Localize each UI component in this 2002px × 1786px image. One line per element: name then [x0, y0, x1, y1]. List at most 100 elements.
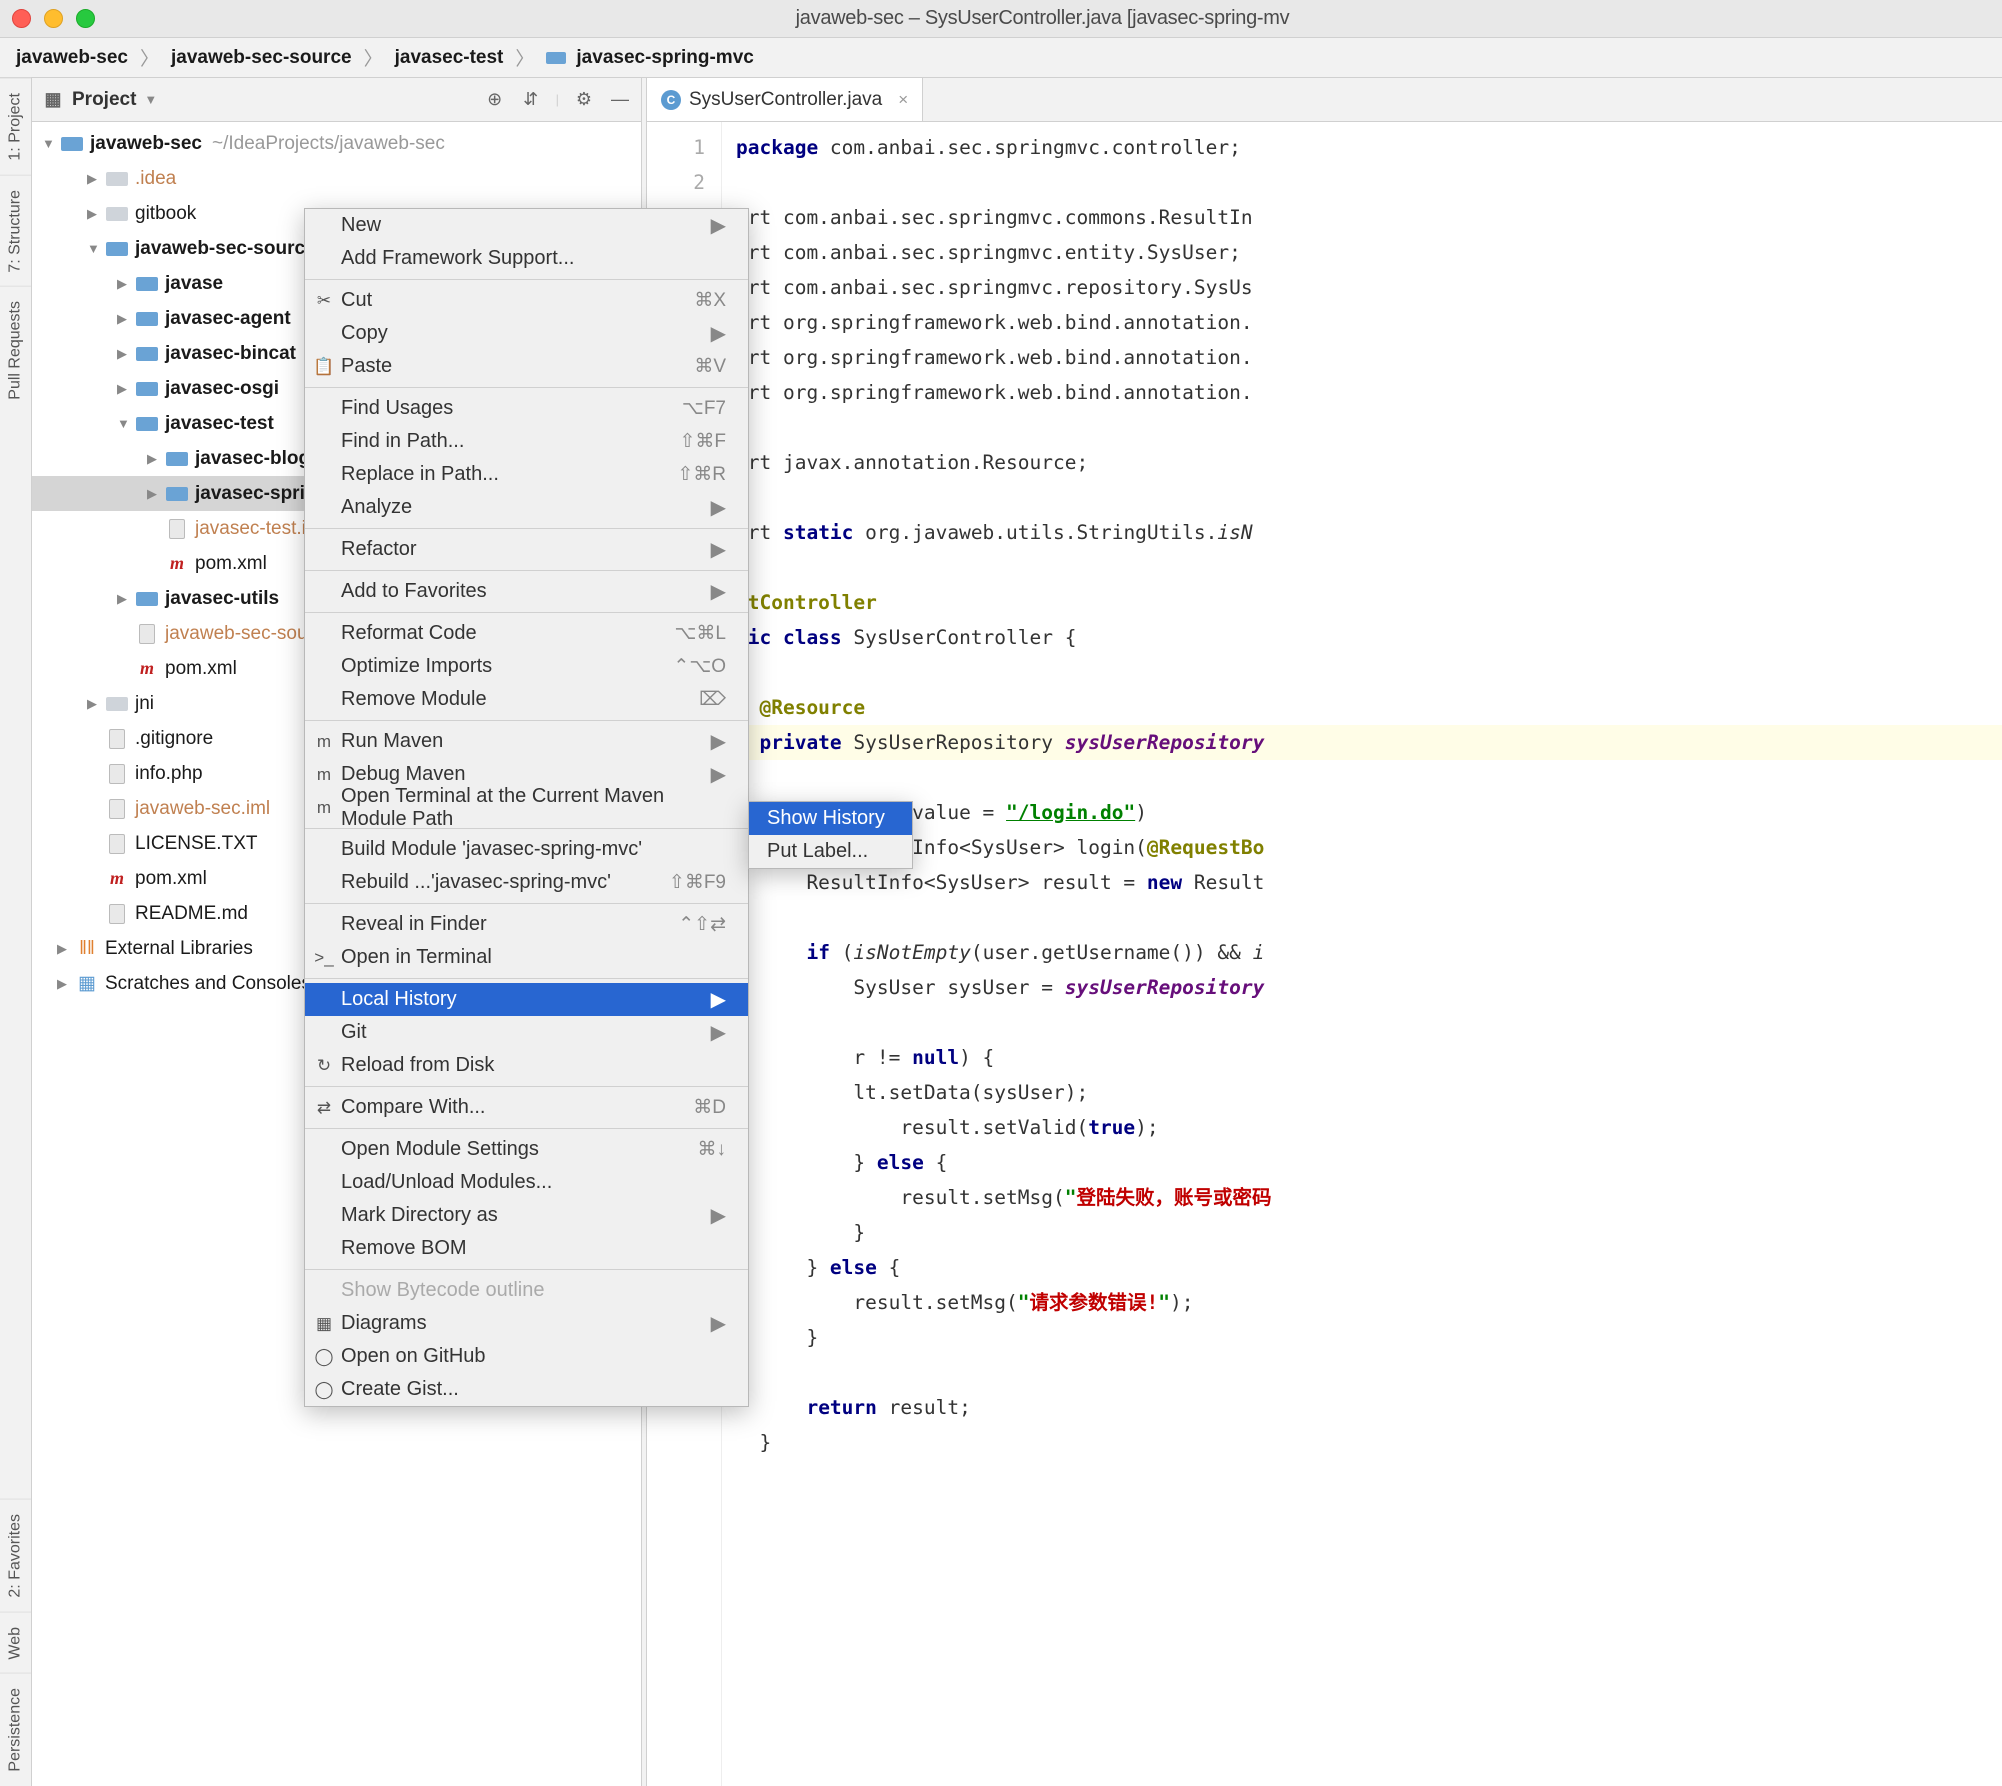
menu-item[interactable]: Refactor▶: [305, 533, 748, 566]
zoom-button[interactable]: [76, 9, 95, 28]
submenu-arrow-icon: ▶: [711, 762, 726, 787]
class-icon: C: [661, 90, 681, 110]
menu-item[interactable]: Replace in Path...⇧⌘R: [305, 458, 748, 491]
dropdown-icon[interactable]: ▼: [144, 92, 157, 107]
menu-item[interactable]: ⇄Compare With...⌘D: [305, 1091, 748, 1124]
crumb-sep: 〉: [140, 44, 159, 71]
menu-item[interactable]: 📋Paste⌘V: [305, 350, 748, 383]
menu-item-icon: ⇄: [313, 1098, 335, 1118]
menu-item[interactable]: mRun Maven▶: [305, 725, 748, 758]
menu-item-label: Show Bytecode outline: [341, 1279, 544, 1302]
crumb-0[interactable]: javaweb-sec: [16, 47, 128, 69]
tab-label: SysUserController.java: [689, 89, 882, 111]
menu-item[interactable]: Open Module Settings⌘↓: [305, 1133, 748, 1166]
close-button[interactable]: [12, 9, 31, 28]
menu-shortcut: ⇧⌘F9: [669, 871, 726, 894]
menu-item[interactable]: Load/Unload Modules...: [305, 1166, 748, 1199]
folder-icon: [546, 52, 566, 64]
tree-item[interactable]: ▶.idea: [32, 161, 641, 196]
crumb-sep: 〉: [364, 44, 383, 71]
editor-tab[interactable]: C SysUserController.java ×: [647, 78, 923, 121]
menu-item[interactable]: Local History▶: [305, 983, 748, 1016]
menu-item-label: Open Module Settings: [341, 1138, 539, 1161]
menu-separator: [305, 528, 748, 529]
project-header-label[interactable]: Project: [72, 89, 136, 111]
menu-separator: [305, 1086, 748, 1087]
rail-favorites[interactable]: 2: Favorites: [0, 1499, 31, 1612]
rail-persistence[interactable]: Persistence: [0, 1673, 31, 1786]
menu-item[interactable]: Optimize Imports⌃⌥O: [305, 650, 748, 683]
rail-structure[interactable]: 7: Structure: [0, 175, 31, 287]
menu-item-icon: ▦: [313, 1314, 335, 1334]
submenu-arrow-icon: ▶: [711, 987, 726, 1012]
locate-icon[interactable]: ⊕: [484, 89, 506, 111]
menu-item-label: Run Maven: [341, 730, 443, 753]
menu-item-label: Create Gist...: [341, 1378, 459, 1401]
menu-item-label: Reload from Disk: [341, 1054, 494, 1077]
menu-item[interactable]: ↻Reload from Disk: [305, 1049, 748, 1082]
context-menu[interactable]: New▶Add Framework Support... ✂Cut⌘XCopy▶ 📋…: [304, 208, 749, 1407]
menu-item[interactable]: Reveal in Finder⌃⇧⇄: [305, 908, 748, 941]
menu-item-label: Optimize Imports: [341, 655, 492, 678]
crumb-3[interactable]: javasec-spring-mvc: [576, 47, 753, 69]
menu-item[interactable]: Reformat Code⌥⌘L: [305, 617, 748, 650]
menu-shortcut: ⌥F7: [682, 397, 726, 420]
hide-icon[interactable]: —: [609, 89, 631, 111]
rail-web[interactable]: Web: [0, 1612, 31, 1674]
project-view-icon[interactable]: ▦: [42, 89, 64, 111]
menu-item-label: Paste: [341, 355, 392, 378]
menu-item[interactable]: New▶: [305, 209, 748, 242]
menu-item[interactable]: Find in Path... ⇧⌘F: [305, 425, 748, 458]
menu-item-label: Compare With...: [341, 1096, 485, 1119]
crumb-2[interactable]: javasec-test: [395, 47, 504, 69]
menu-item[interactable]: Add Framework Support...: [305, 242, 748, 275]
menu-item[interactable]: Find Usages⌥F7: [305, 392, 748, 425]
menu-item[interactable]: mOpen Terminal at the Current Maven Modu…: [305, 791, 748, 824]
minimize-button[interactable]: [44, 9, 63, 28]
local-history-submenu[interactable]: Show HistoryPut Label...: [748, 801, 913, 869]
menu-item[interactable]: Git▶: [305, 1016, 748, 1049]
menu-item[interactable]: >_Open in Terminal: [305, 941, 748, 974]
submenu-arrow-icon: ▶: [711, 579, 726, 604]
menu-item-icon: ◯: [313, 1347, 335, 1367]
menu-item-icon: 📋: [313, 357, 335, 377]
menu-item[interactable]: ◯Open on GitHub: [305, 1340, 748, 1373]
submenu-item[interactable]: Show History: [749, 802, 912, 835]
menu-item-label: Cut: [341, 289, 372, 312]
menu-item[interactable]: Remove Module⌦: [305, 683, 748, 716]
editor-tabs: C SysUserController.java ×: [647, 78, 2002, 122]
project-header: ▦ Project ▼ ⊕ ⇵ | ⚙ —: [32, 78, 641, 122]
rail-pull-requests[interactable]: Pull Requests: [0, 286, 31, 414]
menu-item[interactable]: Mark Directory as ▶: [305, 1199, 748, 1232]
submenu-arrow-icon: ▶: [711, 1203, 726, 1228]
menu-item: Show Bytecode outline: [305, 1274, 748, 1307]
submenu-arrow-icon: ▶: [711, 1311, 726, 1336]
close-icon[interactable]: ×: [898, 90, 908, 110]
collapse-all-icon[interactable]: ⇵: [520, 89, 542, 111]
menu-item-label: Mark Directory as: [341, 1204, 498, 1227]
code-area[interactable]: package com.anbai.sec.springmvc.controll…: [722, 122, 2002, 1786]
menu-item[interactable]: ◯Create Gist...: [305, 1373, 748, 1406]
menu-shortcut: ⇧⌘F: [679, 430, 726, 453]
menu-item[interactable]: Build Module 'javasec-spring-mvc': [305, 833, 748, 866]
submenu-item[interactable]: Put Label...: [749, 835, 912, 868]
breadcrumb[interactable]: javaweb-sec 〉 javaweb-sec-source 〉 javasec…: [0, 38, 2002, 78]
menu-item-label: Open in Terminal: [341, 946, 492, 969]
menu-item[interactable]: Add to Favorites▶: [305, 575, 748, 608]
menu-item[interactable]: ✂Cut⌘X: [305, 284, 748, 317]
menu-item-label: Find in Path...: [341, 430, 464, 453]
gear-icon[interactable]: ⚙: [573, 89, 595, 111]
menu-separator: [305, 387, 748, 388]
menu-item[interactable]: Rebuild ...'javasec-spring-mvc'⇧⌘F9: [305, 866, 748, 899]
menu-item[interactable]: Remove BOM: [305, 1232, 748, 1265]
crumb-1[interactable]: javaweb-sec-source: [171, 47, 352, 69]
submenu-arrow-icon: ▶: [711, 321, 726, 346]
menu-item-icon: m: [313, 765, 335, 785]
tree-root[interactable]: ▼javaweb-sec~/IdeaProjects/javaweb-sec: [32, 126, 641, 161]
menu-item[interactable]: Copy▶: [305, 317, 748, 350]
menu-item-label: Git: [341, 1021, 367, 1044]
rail-project[interactable]: 1: Project: [0, 78, 31, 175]
menu-item[interactable]: Analyze▶: [305, 491, 748, 524]
menu-item-label: Replace in Path...: [341, 463, 499, 486]
menu-item[interactable]: ▦Diagrams▶: [305, 1307, 748, 1340]
